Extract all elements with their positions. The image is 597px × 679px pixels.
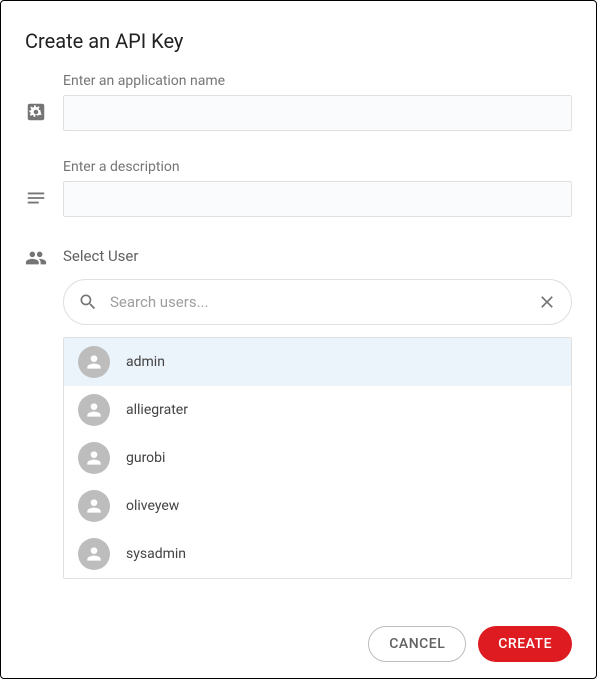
select-user-row: Select User — [25, 245, 572, 269]
user-panel: admin alliegrater gurobi oliveyew sysadmin — [63, 279, 572, 579]
user-item-label: oliveyew — [126, 498, 179, 514]
user-item-label: alliegrater — [126, 402, 188, 418]
person-icon — [78, 394, 110, 426]
user-item-label: sysadmin — [126, 546, 186, 562]
user-search[interactable] — [63, 279, 572, 325]
person-icon — [78, 346, 110, 378]
description-row: Enter a description — [25, 159, 572, 217]
description-input[interactable] — [63, 181, 572, 217]
description-label: Enter a description — [63, 159, 572, 175]
search-icon — [78, 292, 98, 312]
user-item-label: admin — [126, 354, 165, 370]
user-item[interactable]: admin — [64, 338, 571, 386]
user-item[interactable]: sysadmin — [64, 530, 571, 578]
notes-icon — [25, 187, 47, 209]
clear-search-icon[interactable] — [537, 292, 557, 312]
user-item-label: gurobi — [126, 450, 165, 466]
application-name-row: Enter an application name — [25, 73, 572, 131]
person-icon — [78, 442, 110, 474]
create-button[interactable]: CREATE — [478, 626, 572, 662]
application-name-field: Enter an application name — [63, 73, 572, 131]
user-item[interactable]: gurobi — [64, 434, 571, 482]
person-icon — [78, 490, 110, 522]
application-name-label: Enter an application name — [63, 73, 572, 89]
dialog-content: Enter an application name Enter a descri… — [25, 73, 572, 662]
user-search-input[interactable] — [108, 292, 527, 312]
user-item[interactable]: oliveyew — [64, 482, 571, 530]
dialog-title: Create an API Key — [25, 29, 572, 53]
dialog-actions: CANCEL CREATE — [25, 610, 572, 662]
settings-app-icon — [25, 101, 47, 123]
create-api-key-dialog: Create an API Key Enter an application n… — [0, 0, 597, 679]
group-icon — [25, 247, 47, 269]
select-user-label: Select User — [63, 247, 138, 265]
person-icon — [78, 538, 110, 570]
user-list: admin alliegrater gurobi oliveyew sysadmin — [63, 337, 572, 579]
user-item[interactable]: alliegrater — [64, 386, 571, 434]
cancel-button[interactable]: CANCEL — [368, 626, 466, 662]
application-name-input[interactable] — [63, 95, 572, 131]
description-field: Enter a description — [63, 159, 572, 217]
